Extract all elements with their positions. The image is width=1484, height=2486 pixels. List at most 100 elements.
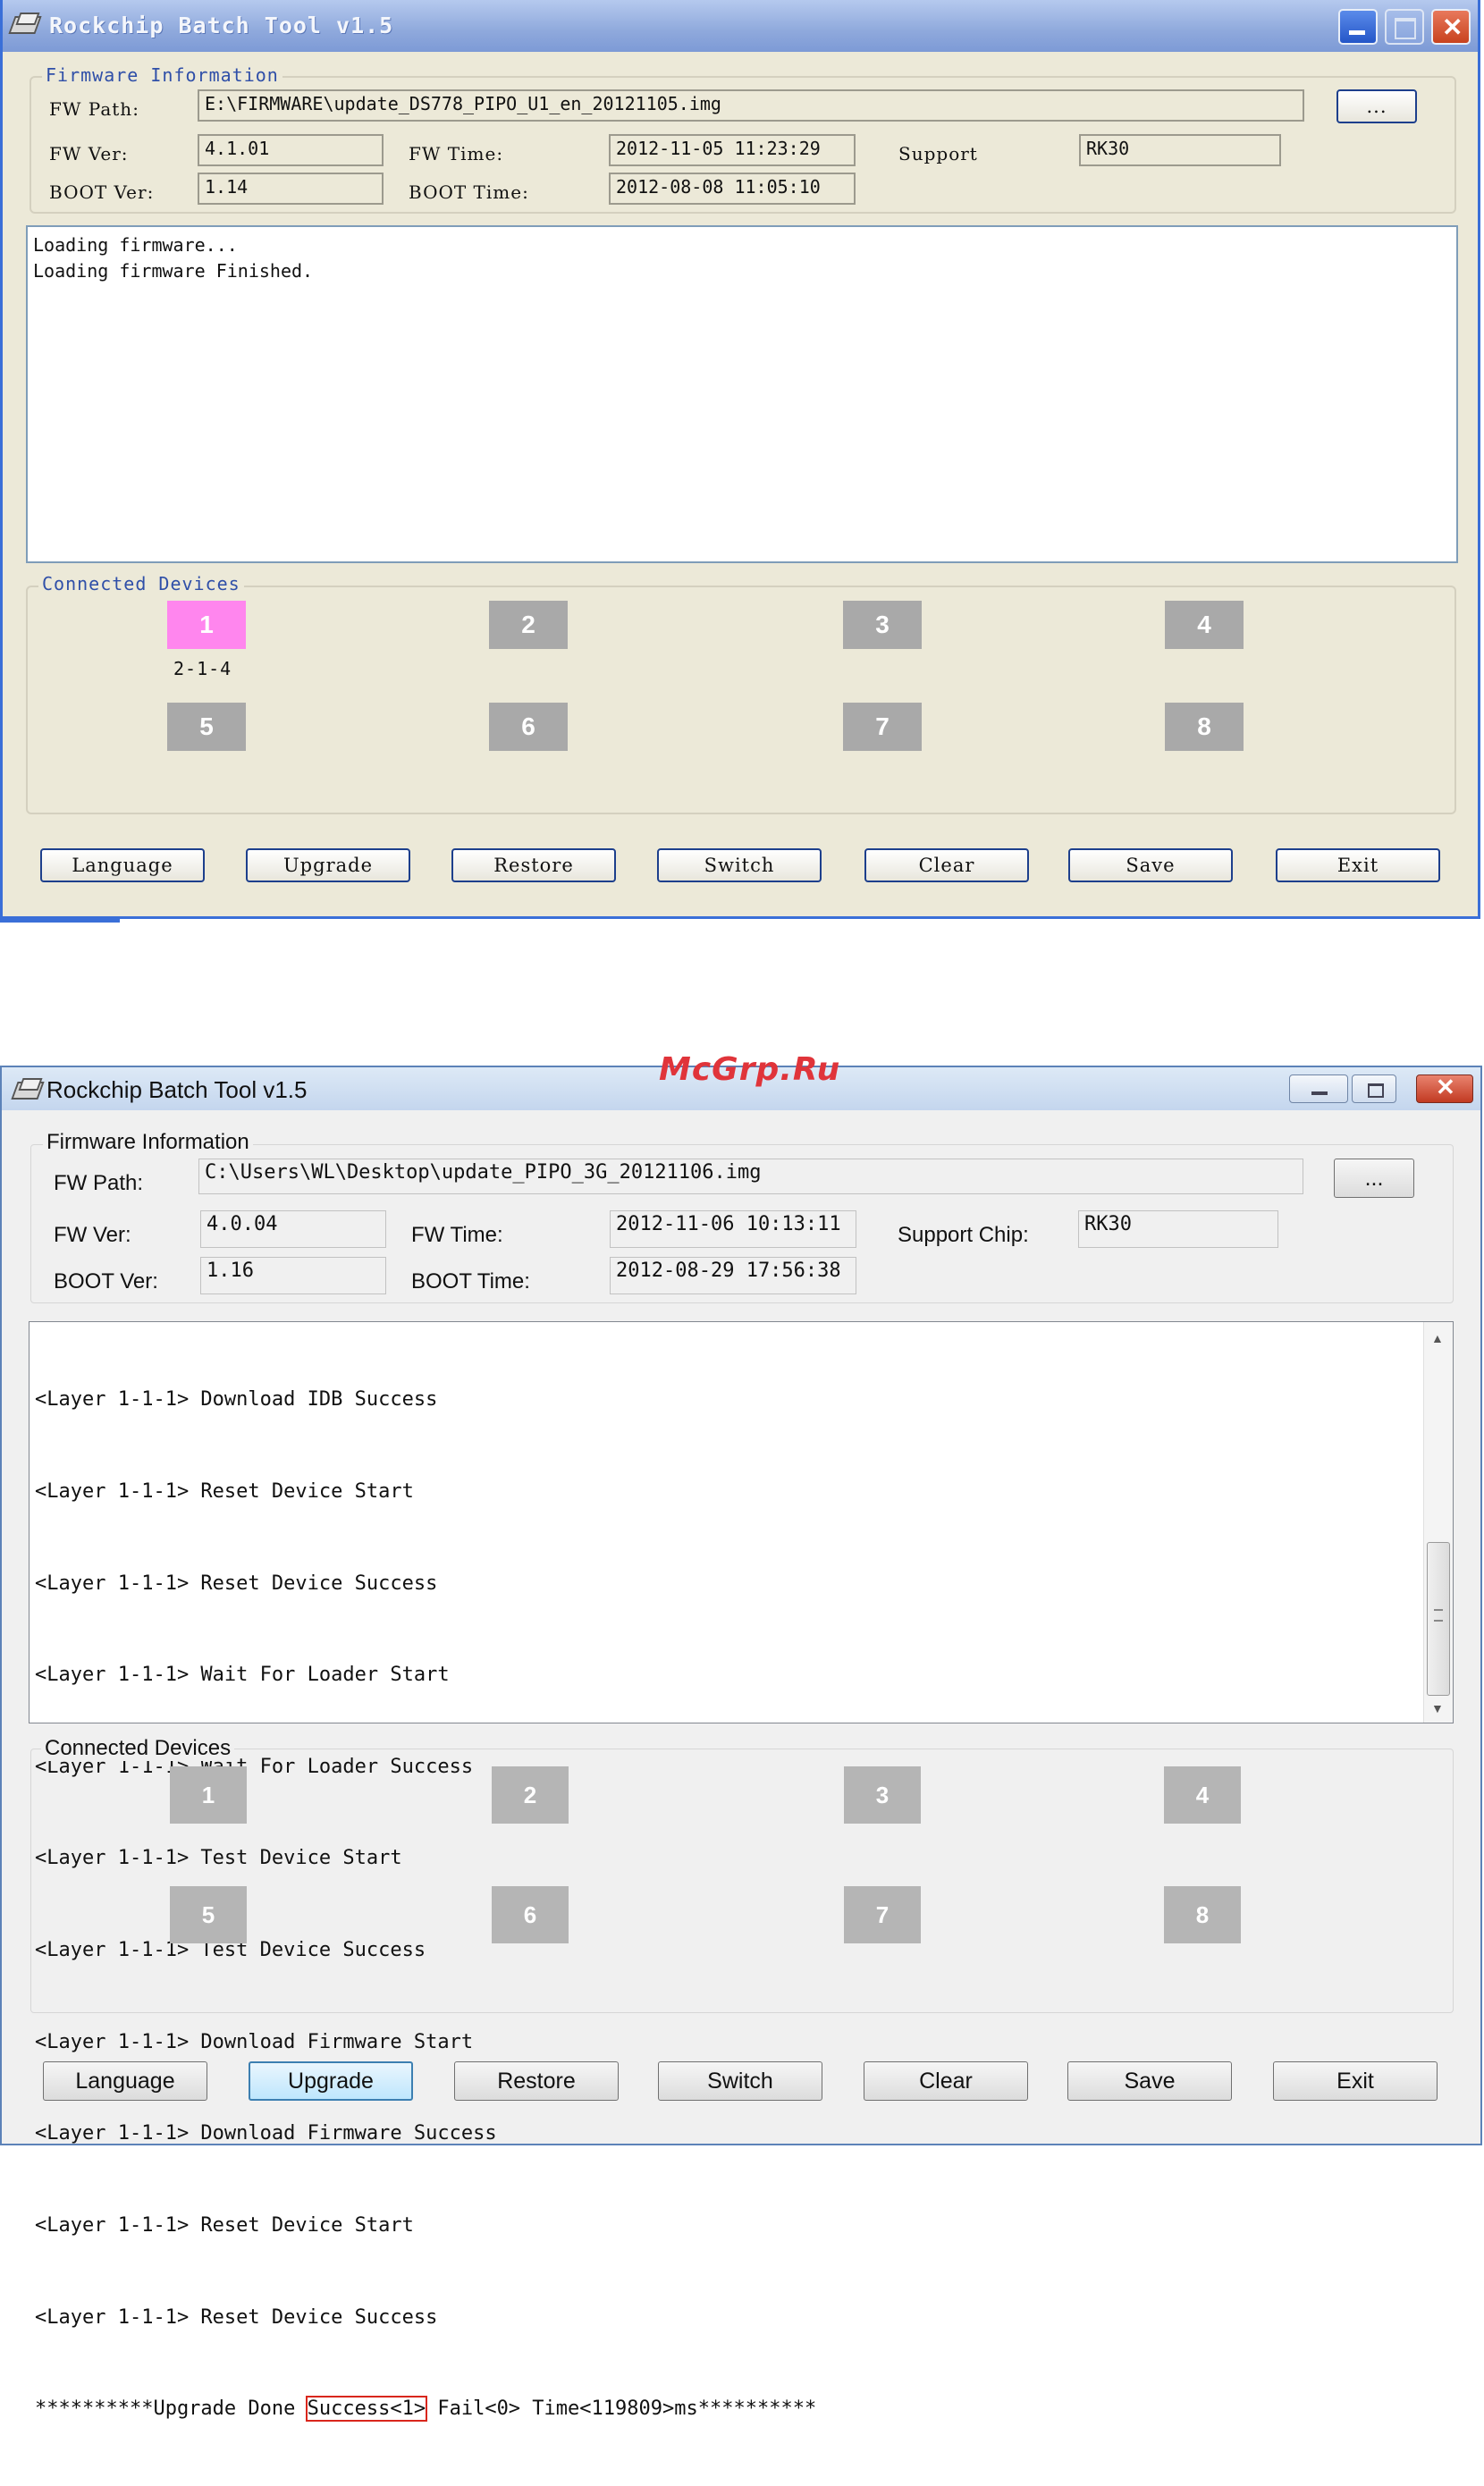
watermark: McGrp.Ru (659, 1051, 841, 1088)
device-slot-4[interactable]: 4 (1164, 1766, 1241, 1824)
window-title: Rockchip Batch Tool v1.5 (46, 1076, 308, 1103)
fw-ver-label: FW Ver: (49, 143, 129, 164)
minimize-button[interactable] (1338, 9, 1378, 45)
fw-time-field[interactable]: 2012-11-05 11:23:29 (609, 134, 856, 166)
boot-time-field[interactable]: 2012-08-29 17:56:38 (610, 1257, 856, 1294)
save-button[interactable]: Save (1068, 848, 1233, 882)
fw-ver-field[interactable]: 4.0.04 (200, 1210, 386, 1248)
log-line: <Layer 1-1-1> Reset Device Start (35, 1480, 414, 1504)
log-line: <Layer 1-1-1> Reset Device Start (35, 2213, 414, 2237)
device-slot-5[interactable]: 5 (170, 1886, 247, 1943)
boot-time-field[interactable]: 2012-08-08 11:05:10 (609, 173, 856, 205)
device-slot-6[interactable]: 6 (492, 1886, 569, 1943)
app-icon (11, 1078, 45, 1100)
save-button[interactable]: Save (1067, 2061, 1232, 2101)
boot-ver-label: BOOT Ver: (49, 181, 155, 203)
device-slot-3[interactable]: 3 (844, 1766, 921, 1824)
summary-suffix: Fail<0> Time<119809>ms********** (426, 2398, 817, 2421)
log-line: <Layer 1-1-1> Download Firmware Start (35, 2030, 474, 2053)
support-chip-field[interactable]: RK30 (1078, 1210, 1278, 1248)
batch-tool-window-win7: Rockchip Batch Tool v1.5 ✕ Firmware Info… (0, 1066, 1482, 2423)
fw-path-field[interactable]: E:\FIRMWARE\update_DS778_PIPO_U1_en_2012… (198, 89, 1304, 122)
log-line: <Layer 1-1-1> Download IDB Success (35, 1388, 438, 1412)
restore-button[interactable]: Restore (454, 2061, 619, 2101)
fw-ver-label: FW Ver: (54, 1223, 131, 1247)
connected-devices-legend: Connected Devices (38, 573, 244, 594)
log-line: <Layer 1-1-1> Reset Device Success (35, 1572, 438, 1595)
browse-button[interactable]: ... (1336, 89, 1417, 123)
browse-button[interactable]: ... (1334, 1159, 1414, 1198)
firmware-info-legend: Firmware Information (42, 64, 282, 86)
scroll-up-arrow-icon[interactable]: ▲ (1431, 1331, 1444, 1345)
boot-time-label: BOOT Time: (411, 1269, 530, 1294)
device-slot-2[interactable]: 2 (492, 1766, 569, 1824)
device-1-location: 2-1-4 (173, 658, 232, 679)
device-slot-4[interactable]: 4 (1165, 601, 1244, 649)
fw-path-label: FW Path: (54, 1171, 144, 1195)
scroll-thumb[interactable] (1427, 1542, 1450, 1696)
device-slot-1[interactable]: 1 (167, 601, 246, 649)
taskbar-edge (0, 919, 120, 923)
device-slot-7[interactable]: 7 (843, 703, 922, 751)
fw-time-field[interactable]: 2012-11-06 10:13:11 (610, 1210, 856, 1248)
minimize-icon (1311, 1091, 1328, 1095)
minimize-button[interactable] (1289, 1074, 1348, 1103)
language-button[interactable]: Language (43, 2061, 207, 2101)
summary-prefix: **********Upgrade Done (35, 2398, 308, 2421)
switch-button[interactable]: Switch (658, 2061, 822, 2101)
boot-ver-field[interactable]: 1.14 (198, 173, 384, 205)
device-slot-8[interactable]: 8 (1165, 703, 1244, 751)
exit-button[interactable]: Exit (1273, 2061, 1438, 2101)
firmware-info-legend: Firmware Information (43, 1130, 253, 1155)
batch-tool-window-xp: Rockchip Batch Tool v1.5 ✕ Firmware Info… (0, 0, 1480, 919)
title-bar[interactable]: Rockchip Batch Tool v1.5 ✕ (3, 0, 1478, 52)
support-chip-field[interactable]: RK30 (1079, 134, 1281, 166)
log-line: <Layer 1-1-1> Download Firmware Success (35, 2122, 497, 2145)
clear-button[interactable]: Clear (864, 848, 1029, 882)
fw-time-label: FW Time: (409, 143, 504, 164)
device-slot-3[interactable]: 3 (843, 601, 922, 649)
boot-ver-field[interactable]: 1.16 (200, 1257, 386, 1294)
upgrade-button[interactable]: Upgrade (249, 2061, 413, 2101)
log-line: Loading firmware... (33, 234, 238, 256)
log-output[interactable]: <Layer 1-1-1> Download IDB Success <Laye… (29, 1321, 1454, 2423)
close-icon: ✕ (1436, 1074, 1455, 1100)
fw-ver-field[interactable]: 4.1.01 (198, 134, 384, 166)
summary-success-highlight: Success<1> (305, 2396, 428, 2423)
device-slot-2[interactable]: 2 (489, 601, 568, 649)
switch-button[interactable]: Switch (657, 848, 822, 882)
log-summary-line: **********Upgrade Done Success<1> Fail<0… (35, 2394, 816, 2424)
app-icon (8, 13, 42, 34)
fw-time-label: FW Time: (411, 1223, 503, 1247)
boot-time-label: BOOT Time: (409, 181, 529, 203)
close-button[interactable]: ✕ (1431, 9, 1471, 45)
support-chip-label: Support Chip: (898, 1223, 1029, 1247)
device-slot-6[interactable]: 6 (489, 703, 568, 751)
restore-button[interactable]: Restore (451, 848, 616, 882)
grip-icon (1434, 1609, 1443, 1622)
support-chip-label: Support (898, 143, 978, 164)
fw-path-label: FW Path: (49, 98, 139, 120)
maximize-button[interactable] (1352, 1074, 1396, 1103)
device-slot-7[interactable]: 7 (844, 1886, 921, 1943)
log-output[interactable]: Loading firmware... Loading firmware Fin… (26, 225, 1458, 563)
device-slot-1[interactable]: 1 (170, 1766, 247, 1824)
log-scrollbar[interactable]: ▲ ▼ (1423, 1322, 1453, 1723)
clear-button[interactable]: Clear (864, 2061, 1028, 2101)
device-slot-8[interactable]: 8 (1164, 1886, 1241, 1943)
language-button[interactable]: Language (40, 848, 205, 882)
maximize-icon (1368, 1083, 1384, 1098)
log-line: Loading firmware Finished. (33, 260, 314, 282)
fw-path-field[interactable]: C:\Users\WL\Desktop\update_PIPO_3G_20121… (198, 1159, 1303, 1194)
device-slot-5[interactable]: 5 (167, 703, 246, 751)
exit-button[interactable]: Exit (1276, 848, 1440, 882)
scroll-down-arrow-icon[interactable]: ▼ (1431, 1701, 1444, 1715)
window-title: Rockchip Batch Tool v1.5 (49, 13, 394, 38)
log-line: <Layer 1-1-1> Reset Device Success (35, 2305, 438, 2329)
connected-devices-legend: Connected Devices (41, 1736, 235, 1761)
close-icon: ✕ (1442, 13, 1463, 41)
boot-ver-label: BOOT Ver: (54, 1269, 158, 1294)
close-button[interactable]: ✕ (1416, 1074, 1473, 1103)
maximize-button[interactable] (1385, 9, 1424, 45)
upgrade-button[interactable]: Upgrade (246, 848, 410, 882)
